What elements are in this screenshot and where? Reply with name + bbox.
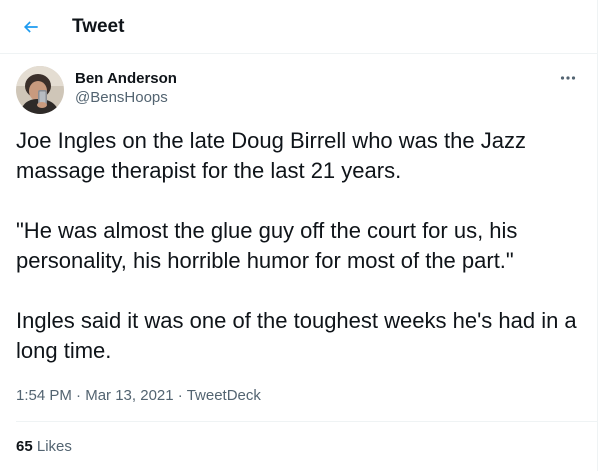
page-header: Tweet — [0, 0, 597, 54]
tweet-source[interactable]: TweetDeck — [187, 387, 261, 404]
tweet-meta: 1:54 PM · Mar 13, 2021 · TweetDeck — [16, 386, 261, 406]
avatar-photo — [16, 66, 64, 114]
divider — [16, 421, 597, 422]
likes-count: 65 — [16, 438, 33, 455]
page-title: Tweet — [72, 16, 125, 37]
back-button[interactable] — [16, 12, 46, 42]
tweet-time[interactable]: 1:54 PM — [16, 387, 72, 404]
likes-link[interactable]: 65 Likes — [16, 437, 72, 457]
author-handle[interactable]: @BensHoops — [75, 89, 177, 107]
tweet-page: Tweet Ben Anderson @BensHoops Joe Ingles… — [0, 0, 598, 471]
author-names: Ben Anderson @BensHoops — [75, 69, 177, 107]
more-horizontal-icon — [560, 76, 576, 80]
tweet-text: Joe Ingles on the late Doug Birrell who … — [16, 126, 584, 366]
tweet-paragraph: "He was almost the glue guy off the cour… — [16, 218, 518, 273]
meta-separator: · — [177, 387, 183, 404]
more-options-button[interactable] — [555, 68, 581, 88]
meta-separator: · — [76, 387, 82, 404]
likes-label: Likes — [36, 438, 72, 455]
tweet-paragraph: Ingles said it was one of the toughest w… — [16, 308, 577, 363]
tweet-author: Ben Anderson @BensHoops — [16, 66, 581, 116]
arrow-left-icon — [23, 21, 38, 33]
author-display-name[interactable]: Ben Anderson — [75, 69, 177, 89]
tweet-paragraph: Joe Ingles on the late Doug Birrell who … — [16, 128, 526, 183]
tweet-date[interactable]: Mar 13, 2021 — [85, 387, 173, 404]
avatar[interactable] — [16, 66, 64, 114]
